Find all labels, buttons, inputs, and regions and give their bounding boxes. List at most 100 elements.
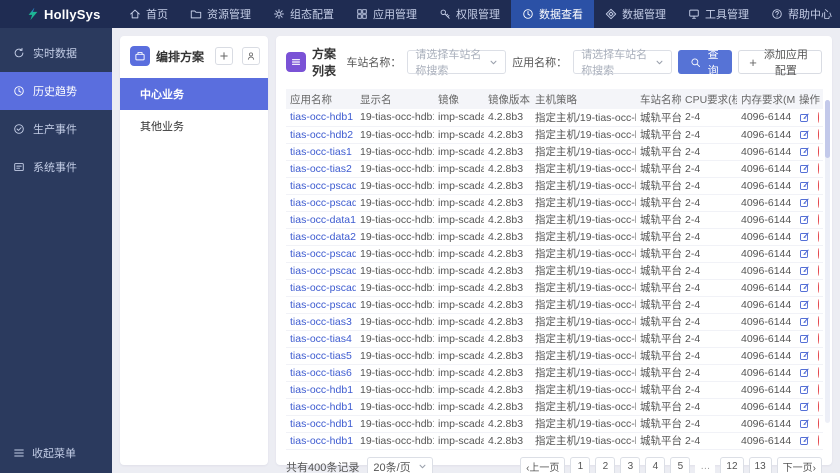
app-name-link[interactable]: tias-occ-pscada5 [290, 282, 356, 294]
edit-icon[interactable] [799, 197, 810, 208]
edit-icon[interactable] [799, 129, 810, 140]
top-menu-item[interactable]: 工具管理 [677, 0, 760, 28]
delete-icon[interactable] [818, 367, 819, 378]
app-name-link[interactable]: tias-occ-tias6 [290, 367, 352, 379]
edit-icon[interactable] [799, 231, 810, 242]
edit-icon[interactable] [799, 367, 810, 378]
edit-icon[interactable] [799, 282, 810, 293]
page-button[interactable]: 4 [645, 456, 666, 473]
page-button[interactable]: 3 [620, 456, 641, 473]
app-name-link[interactable]: tias-occ-hdb1 [290, 384, 353, 396]
delete-icon[interactable] [818, 231, 819, 242]
prev-page-button[interactable]: ‹上一页 [520, 456, 566, 473]
app-name-link[interactable]: tias-occ-tias5 [290, 350, 352, 362]
edit-icon[interactable] [799, 248, 810, 259]
edit-icon[interactable] [799, 350, 810, 361]
delete-icon[interactable] [818, 282, 819, 293]
app-name-link[interactable]: tias-occ-hdb1 [290, 111, 353, 123]
station-cell: 城轨平台 [636, 415, 681, 433]
app-name-link[interactable]: tias-occ-hdb1 [290, 435, 353, 447]
image-cell: imp-scada [434, 432, 484, 450]
top-menu-item[interactable]: 组态配置 [262, 0, 345, 28]
top-menu-item[interactable]: 数据查看 [511, 0, 594, 28]
edit-icon[interactable] [799, 435, 810, 446]
delete-icon[interactable] [818, 350, 819, 361]
edit-icon[interactable] [799, 333, 810, 344]
app-name-link[interactable]: tias-occ-hdb2 [290, 129, 353, 141]
app-name-link[interactable]: tias-occ-pscada3 [290, 248, 356, 260]
collapse-menu-button[interactable]: 收起菜单 [13, 445, 76, 461]
app-name-link[interactable]: tias-occ-hdb1 [290, 401, 353, 413]
app-name-link[interactable]: tias-occ-pscada6 [290, 299, 356, 311]
delete-icon[interactable] [818, 197, 819, 208]
sidebar-item[interactable]: 历史趋势 [0, 72, 112, 110]
delete-icon[interactable] [818, 163, 819, 174]
delete-icon[interactable] [818, 129, 819, 140]
app-name-link[interactable]: tias-occ-tias1 [290, 146, 352, 158]
next-page-button[interactable]: 下一页› [776, 456, 822, 473]
app-name-link[interactable]: tias-occ-tias2 [290, 163, 352, 175]
delete-icon[interactable] [818, 248, 819, 259]
delete-icon[interactable] [818, 435, 819, 446]
page-button[interactable]: 13 [748, 456, 772, 473]
station-select[interactable]: 请选择车站名称搜索 [407, 49, 507, 77]
app-name-link[interactable]: tias-occ-pscada4 [290, 265, 356, 277]
app-name-link[interactable]: tias-occ-tias4 [290, 333, 352, 345]
plan-group-item[interactable]: 中心业务 [120, 78, 268, 110]
page-button[interactable]: … [695, 456, 716, 473]
app-name-link[interactable]: tias-occ-tias3 [290, 316, 352, 328]
delete-icon[interactable] [818, 265, 819, 276]
edit-icon[interactable] [799, 112, 810, 123]
sidebar-item[interactable]: 系统事件 [0, 148, 112, 186]
edit-icon[interactable] [799, 265, 810, 276]
app-name-link[interactable]: tias-occ-pscada1 [290, 180, 356, 192]
app-name-link[interactable]: tias-occ-hdb1 [290, 418, 353, 430]
table-scrollbar[interactable] [825, 100, 830, 423]
edit-icon[interactable] [799, 384, 810, 395]
sidebar-item[interactable]: 实时数据 [0, 34, 112, 72]
delete-icon[interactable] [818, 146, 819, 157]
search-button[interactable]: 查询 [677, 49, 733, 77]
edit-icon[interactable] [799, 214, 810, 225]
add-plan-button[interactable] [215, 47, 233, 65]
edit-icon[interactable] [799, 316, 810, 327]
image-version-cell: 4.2.8b3 [484, 143, 531, 161]
plan-group-item[interactable]: 其他业务 [120, 110, 268, 142]
app-name-link[interactable]: tias-occ-data2 [290, 231, 356, 243]
host-policy-cell: 指定主机/19-tias-occ-hdb1 [531, 245, 636, 263]
edit-icon[interactable] [799, 146, 810, 157]
delete-icon[interactable] [818, 401, 819, 412]
top-menu-item[interactable]: 数据管理 [594, 0, 677, 28]
edit-icon[interactable] [799, 299, 810, 310]
top-menu-item[interactable]: 首页 [118, 0, 179, 28]
page-button[interactable]: 5 [670, 456, 691, 473]
edit-icon[interactable] [799, 163, 810, 174]
app-name-cell: tias-occ-tias4 [286, 330, 356, 348]
add-app-config-button[interactable]: + 添加应用配置 [738, 49, 822, 77]
app-select[interactable]: 请选择车站名称搜索 [573, 49, 672, 77]
page-button[interactable]: 12 [720, 456, 744, 473]
delete-icon[interactable] [818, 384, 819, 395]
top-menu-item[interactable]: 权限管理 [428, 0, 511, 28]
app-name-link[interactable]: tias-occ-data1 [290, 214, 356, 226]
delete-icon[interactable] [818, 418, 819, 429]
scrollbar-thumb[interactable] [825, 100, 830, 158]
delete-icon[interactable] [818, 316, 819, 327]
edit-icon[interactable] [799, 401, 810, 412]
plan-user-button[interactable] [242, 47, 260, 65]
page-button[interactable]: 2 [595, 456, 616, 473]
delete-icon[interactable] [818, 299, 819, 310]
top-menu-item[interactable]: 应用管理 [345, 0, 428, 28]
delete-icon[interactable] [818, 214, 819, 225]
delete-icon[interactable] [818, 111, 819, 123]
sidebar-item[interactable]: 生产事件 [0, 110, 112, 148]
top-menu-item[interactable]: 帮助中心 [760, 0, 840, 28]
delete-icon[interactable] [818, 333, 819, 344]
top-menu-item[interactable]: 资源管理 [179, 0, 262, 28]
edit-icon[interactable] [799, 180, 810, 191]
delete-icon[interactable] [818, 180, 819, 191]
app-name-link[interactable]: tias-occ-pscada1 [290, 197, 356, 209]
page-button[interactable]: 1 [570, 456, 591, 473]
page-size-select[interactable]: 20条/页 [367, 456, 434, 473]
edit-icon[interactable] [799, 418, 810, 429]
